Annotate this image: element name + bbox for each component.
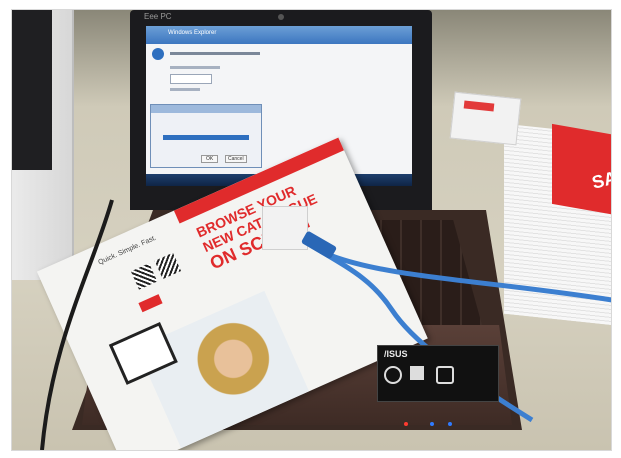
power-cable xyxy=(40,199,114,450)
power-cable-line xyxy=(40,199,114,450)
photo-frame: SA Eee PC Windows Explorer OK Cancel ASU… xyxy=(11,9,612,451)
